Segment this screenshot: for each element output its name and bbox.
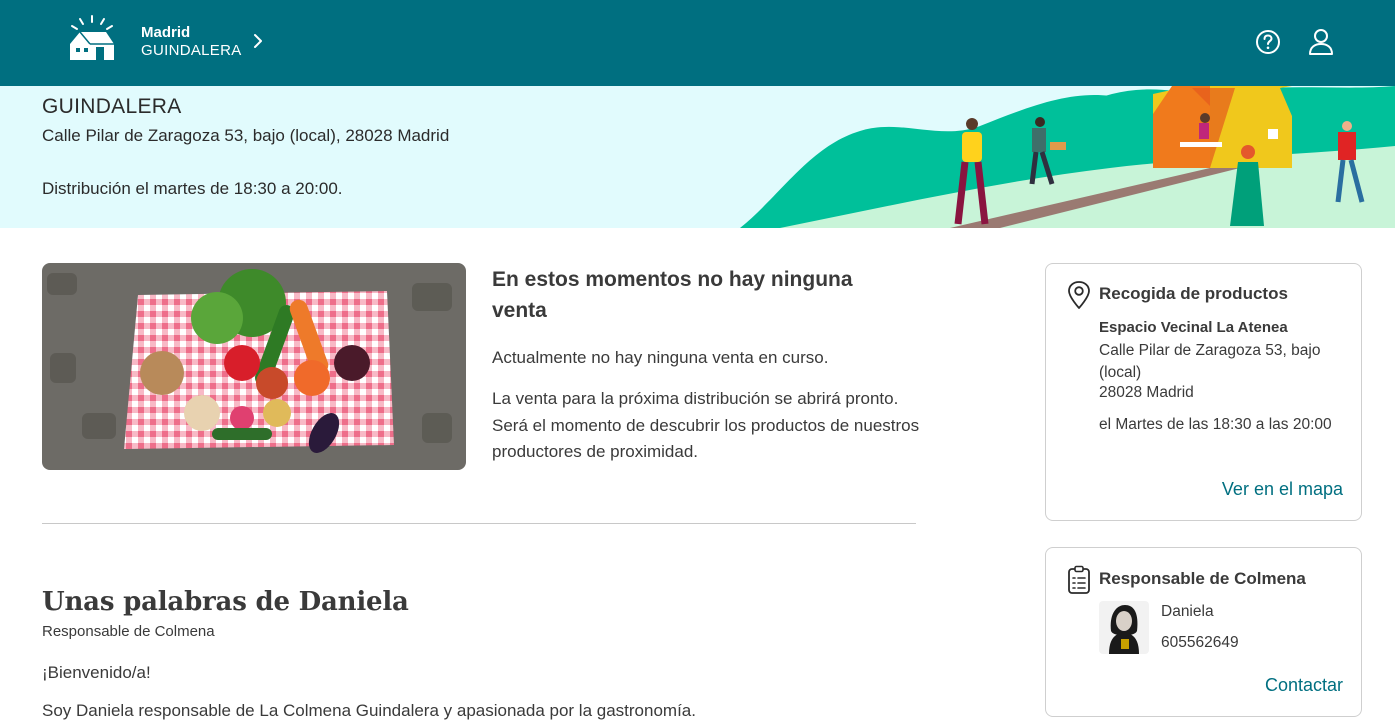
manager-card: Responsable de Colmena Daniela 605562649… [1045,547,1362,717]
manager-words-role: Responsable de Colmena [42,623,215,640]
top-navigation-bar: Madrid GUINDALERA [0,0,1395,86]
pickup-postcode: 28028 Madrid [1099,384,1194,401]
manager-phone: 605562649 [1161,634,1239,651]
welcome-text: ¡Bienvenido/a! [42,663,151,682]
next-sale-text: La venta para la próxima distribución se… [492,389,920,461]
pickup-street: Calle Pilar de Zaragoza 53, bajo (local) [1099,342,1321,381]
view-on-map-link[interactable]: Ver en el mapa [1222,479,1343,500]
hive-house-logo[interactable] [66,14,118,62]
banner-address: Calle Pilar de Zaragoza 53, bajo (local)… [42,126,450,145]
pickup-venue: Espacio Vecinal La Atenea [1099,319,1288,336]
clipboard-list-icon [1068,565,1090,594]
avatar [1099,601,1149,654]
user-account-icon[interactable] [1308,28,1334,56]
community-illustration [740,86,1395,228]
pickup-schedule: el Martes de las 18:30 a las 20:00 [1099,416,1332,433]
help-circle-icon[interactable] [1255,29,1281,55]
manager-card-title: Responsable de Colmena [1099,569,1306,588]
hive-city: Madrid [141,24,191,41]
hive-selector[interactable]: Madrid GUINDALERA [141,24,242,60]
manager-words-heading: Unas palabras de Daniela [42,587,409,617]
pickup-card: Recogida de productos Espacio Vecinal La… [1045,263,1362,521]
banner-distribution-time: Distribución el martes de 18:30 a 20:00. [42,179,343,198]
manager-name: Daniela [1161,603,1214,620]
pickup-card-title: Recogida de productos [1099,284,1288,303]
no-sale-status-text: Actualmente no hay ninguna venta en curs… [492,348,829,367]
contact-link[interactable]: Contactar [1265,675,1343,696]
map-pin-icon [1068,281,1090,309]
no-sale-heading: En estos momentos no hay ninguna venta [492,268,853,322]
hive-name: GUINDALERA [141,42,242,59]
chevron-right-icon[interactable] [251,32,265,50]
products-photo [42,263,466,470]
manager-intro-text: Soy Daniela responsable de La Colmena Gu… [42,701,696,720]
banner-hive-title: GUINDALERA [42,95,182,118]
section-divider [42,523,916,524]
hive-banner: GUINDALERA Calle Pilar de Zaragoza 53, b… [0,86,1395,228]
